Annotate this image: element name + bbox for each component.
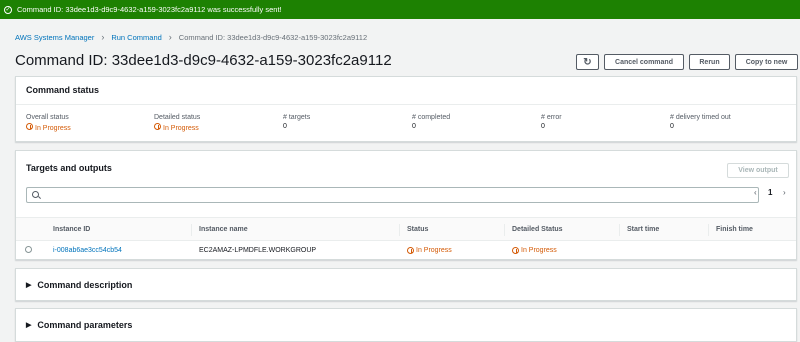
column-detailed-status[interactable]: Detailed Status: [504, 224, 563, 236]
breadcrumb-current: Command ID: 33dee1d3-d9c9-4632-a159-3023…: [178, 32, 368, 42]
column-start-time-label: Start time: [627, 226, 660, 233]
overall-status: Overall status In Progress: [26, 114, 71, 132]
column-instance-name[interactable]: Instance name: [191, 224, 248, 236]
view-output-button[interactable]: View output: [727, 163, 789, 178]
targets-outputs-heading: Targets and outputs: [26, 163, 112, 173]
column-instance-name-label: Instance name: [199, 226, 248, 233]
check-circle-icon: ✓: [4, 5, 12, 14]
column-divider: [708, 224, 709, 236]
rerun-button[interactable]: Rerun: [689, 54, 730, 70]
success-flash-bar: ✓ Command ID: 33dee1d3-d9c9-4632-a159-30…: [0, 0, 800, 19]
search-input[interactable]: [26, 187, 759, 203]
refresh-button[interactable]: ↻: [576, 54, 599, 70]
previous-page-icon[interactable]: ‹: [754, 188, 757, 197]
chevron-right-icon: ›: [168, 32, 172, 42]
detailed-status-value: In Progress: [163, 125, 199, 132]
column-status-label: Status: [407, 226, 429, 233]
copy-to-new-button[interactable]: Copy to new: [735, 54, 798, 70]
column-divider: [191, 224, 192, 236]
targets-count-value: 0: [283, 123, 287, 130]
delivery-timed-out-label: # delivery timed out: [670, 114, 731, 121]
overall-status-label: Overall status: [26, 114, 69, 121]
column-finish-time[interactable]: Finish time: [708, 224, 753, 236]
caret-right-icon: ▶: [26, 322, 32, 329]
command-description-heading: Command description: [37, 280, 133, 290]
breadcrumb-systems-manager[interactable]: AWS Systems Manager: [15, 33, 94, 42]
column-divider: [504, 224, 505, 236]
completed-count: # completed 0: [412, 114, 450, 130]
clock-icon: [407, 247, 414, 254]
column-status[interactable]: Status: [399, 224, 429, 236]
delivery-timed-out-count: # delivery timed out 0: [670, 114, 731, 130]
completed-count-value: 0: [412, 123, 416, 130]
command-status-panel: Command status Overall status In Progres…: [15, 76, 797, 142]
refresh-icon: ↻: [583, 56, 592, 68]
row-select-radio[interactable]: [25, 246, 32, 253]
completed-count-label: # completed: [412, 114, 451, 121]
command-parameters-heading: Command parameters: [37, 320, 133, 330]
divider: [16, 104, 796, 105]
detailed-status: Detailed status In Progress: [154, 114, 200, 132]
error-count: # error 0: [541, 114, 562, 130]
instance-name: EC2AMAZ-LPMDFLE.WORKGROUP: [199, 247, 317, 254]
detailed-status-label: Detailed status: [154, 114, 201, 121]
column-start-time[interactable]: Start time: [619, 224, 660, 236]
delivery-timed-out-value: 0: [670, 123, 674, 130]
error-count-label: # error: [541, 114, 562, 121]
page-title: Command ID: 33dee1d3-d9c9-4632-a159-3023…: [15, 52, 392, 69]
command-parameters-panel[interactable]: ▶ Command parameters: [15, 308, 797, 342]
command-description-panel[interactable]: ▶ Command description: [15, 268, 797, 301]
column-divider: [399, 224, 400, 236]
table-header: Instance ID Instance name Status Detaile…: [16, 217, 796, 241]
row-status-value: In Progress: [416, 247, 452, 254]
row-detailed-status: In Progress: [512, 247, 557, 254]
row-status: In Progress: [407, 247, 452, 254]
flash-message: Command ID: 33dee1d3-d9c9-4632-a159-3023…: [17, 5, 282, 14]
next-page-icon[interactable]: ›: [783, 188, 786, 197]
table-row[interactable]: i-008ab6ae3cc54cb54 EC2AMAZ-LPMDFLE.WORK…: [16, 241, 796, 260]
column-finish-time-label: Finish time: [716, 226, 753, 233]
column-detailed-status-label: Detailed Status: [512, 226, 563, 233]
instance-id-link[interactable]: i-008ab6ae3cc54cb54: [53, 247, 122, 254]
clock-icon: [512, 247, 519, 254]
column-divider: [619, 224, 620, 236]
error-count-value: 0: [541, 123, 545, 130]
breadcrumb: AWS Systems Manager › Run Command › Comm…: [15, 32, 367, 42]
row-detailed-status-value: In Progress: [521, 247, 557, 254]
current-page-number[interactable]: 1: [768, 188, 772, 197]
chevron-right-icon: ›: [101, 32, 105, 42]
targets-count-label: # targets: [283, 114, 311, 121]
caret-right-icon: ▶: [26, 282, 32, 289]
breadcrumb-run-command[interactable]: Run Command: [111, 33, 161, 42]
column-instance-id[interactable]: Instance ID: [53, 226, 90, 233]
targets-outputs-panel: Targets and outputs View output ‹ 1 › In…: [15, 150, 797, 260]
overall-status-value: In Progress: [35, 125, 71, 132]
search-icon: [32, 191, 39, 198]
command-status-heading: Command status: [26, 85, 100, 95]
clock-icon: [154, 123, 161, 130]
targets-count: # targets 0: [283, 114, 310, 130]
cancel-command-button[interactable]: Cancel command: [604, 54, 684, 70]
clock-icon: [26, 123, 33, 130]
